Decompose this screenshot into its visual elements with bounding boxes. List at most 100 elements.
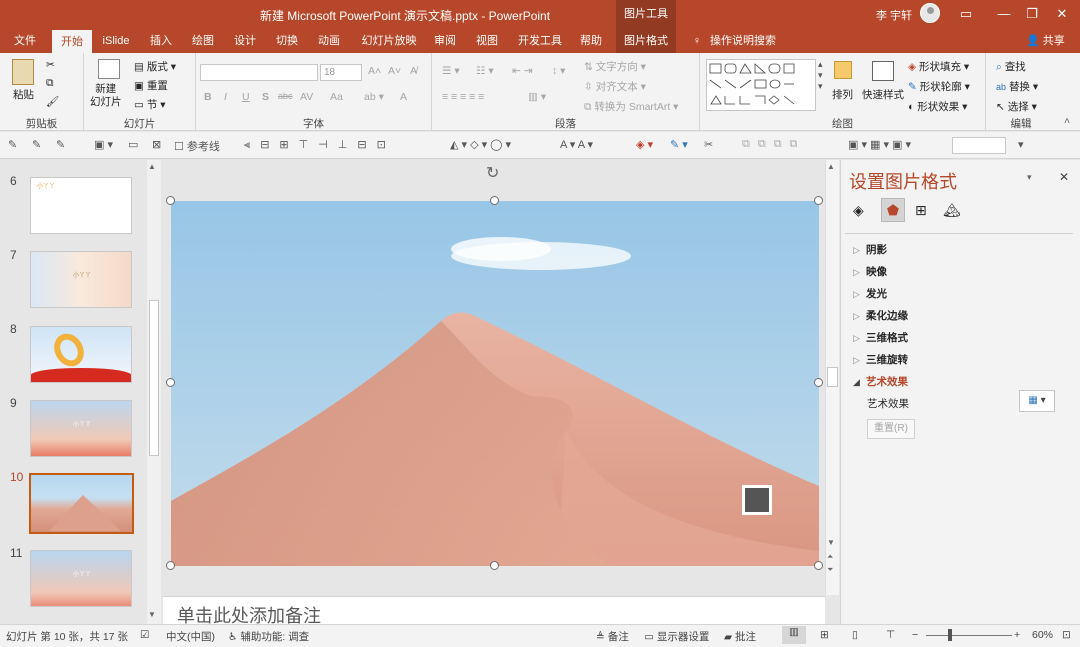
replace-button[interactable]: ab 替换 ▾ xyxy=(996,79,1038,94)
ribbon-display-icon[interactable]: ▭ xyxy=(948,0,984,30)
fill-line-icon[interactable]: ◈ xyxy=(853,202,864,219)
align-text-button[interactable]: ⇳ 对齐文本 ▾ xyxy=(584,79,646,94)
zoom-level[interactable]: 60% xyxy=(1032,629,1053,641)
tab-design[interactable]: 设计 xyxy=(228,30,262,53)
format-painter-icon[interactable]: 🖌 xyxy=(46,95,59,108)
cut-icon[interactable]: ✂ xyxy=(46,59,55,71)
eyedropper-icon[interactable]: ✎ xyxy=(8,138,17,151)
shape-fill-button[interactable]: ◈ 形状填充 ▾ xyxy=(908,59,969,74)
notes-toggle[interactable]: ≜ 备注 xyxy=(596,629,629,644)
tab-animations[interactable]: 动画 xyxy=(312,30,346,53)
grow-font-icon[interactable]: A˄ xyxy=(368,65,381,77)
find-button[interactable]: ⌕ 查找 xyxy=(996,59,1026,74)
slide-thumbnail-10[interactable] xyxy=(29,473,134,534)
more-icon[interactable]: ▾ xyxy=(1018,138,1024,151)
section-glow[interactable]: ▷ 发光 xyxy=(853,286,887,301)
language-status[interactable]: 中文(中国) xyxy=(166,629,215,644)
bold-button[interactable]: B xyxy=(204,91,212,103)
tab-slideshow[interactable]: 幻灯片放映 xyxy=(356,30,422,53)
shapes-scroll-icon[interactable]: ▴ ▾ ▾ xyxy=(818,59,823,92)
slide-image[interactable] xyxy=(171,201,819,566)
tab-islide[interactable]: iSlide xyxy=(98,30,134,53)
slideshow-icon[interactable]: ⊤ xyxy=(886,629,895,641)
indent-icon[interactable]: ⇤ ⇥ xyxy=(512,65,533,77)
section-artistic-effects[interactable]: ◢ 艺术效果 xyxy=(853,374,908,389)
tab-help[interactable]: 帮助 xyxy=(574,30,608,53)
resize-handle-top-left[interactable] xyxy=(166,196,175,205)
align-icons[interactable]: ≡ ≡ ≡ ≡ ≡ xyxy=(442,91,484,103)
paste-button[interactable]: 粘贴 xyxy=(13,87,34,102)
tab-draw[interactable]: 绘图 xyxy=(186,30,220,53)
shapes-gallery[interactable] xyxy=(706,59,816,111)
new-slide-icon[interactable] xyxy=(98,59,120,79)
text-tools-icon[interactable]: A ▾ A ▾ xyxy=(560,138,593,151)
quick-styles-icon[interactable] xyxy=(872,61,894,81)
comments-toggle[interactable]: ▰ 批注 xyxy=(724,629,756,644)
size-combo[interactable] xyxy=(952,137,1006,154)
avatar[interactable] xyxy=(920,3,940,23)
tab-view[interactable]: 视图 xyxy=(470,30,504,53)
line-color-icon[interactable]: ✎ ▾ xyxy=(670,138,688,151)
delete-icon[interactable]: ⊠ xyxy=(152,138,161,151)
text-direction-button[interactable]: ⇅ 文字方向 ▾ xyxy=(584,59,646,74)
zoom-slider-thumb[interactable] xyxy=(948,629,952,641)
tab-picture-format[interactable]: 图片格式 xyxy=(616,30,676,53)
section-button[interactable]: ▭ 节 ▾ xyxy=(134,97,166,112)
font-color-button[interactable]: A xyxy=(400,91,407,103)
new-slide-button[interactable]: 新建 幻灯片 xyxy=(90,83,122,109)
reset-effects-button[interactable]: 重置(R) xyxy=(867,419,915,439)
eyedropper2-icon[interactable]: ✎ xyxy=(32,138,41,151)
fit-slide-icon[interactable]: ⊡ xyxy=(1062,629,1071,641)
arrange-button[interactable]: 排列 xyxy=(832,87,853,102)
layer-icons[interactable]: ⧉⧉⧉⧉ xyxy=(742,138,805,151)
artistic-effects-dropdown[interactable]: ▦ ▾ xyxy=(1019,390,1055,412)
scroll-up-icon[interactable]: ▲ xyxy=(148,162,156,171)
pane-options-icon[interactable]: ▾ xyxy=(1027,172,1032,183)
fill-color-icon[interactable]: ◈ ▾ xyxy=(636,138,653,151)
crop-icon[interactable]: ▣ ▾ ▦ ▾ ▣ ▾ xyxy=(848,138,911,151)
prev-slide-icon[interactable]: ⏶ xyxy=(827,552,833,562)
paste-icon[interactable] xyxy=(12,59,34,85)
bullets-icon[interactable]: ☰ ▾ xyxy=(442,65,460,77)
smartart-button[interactable]: ⧉ 转换为 SmartArt ▾ xyxy=(584,99,678,114)
eyedropper3-icon[interactable]: ✎ xyxy=(56,138,65,151)
clear-format-icon[interactable]: A̸ xyxy=(410,65,417,77)
highlight-icon[interactable]: ab ▾ xyxy=(364,91,384,103)
slide-thumbnail-8[interactable] xyxy=(30,326,132,383)
zoom-slider[interactable] xyxy=(926,635,1012,636)
reading-view-icon[interactable]: ▯ xyxy=(852,629,858,641)
tab-transitions[interactable]: 切换 xyxy=(270,30,304,53)
collapse-ribbon-icon[interactable]: ˄ xyxy=(1064,115,1070,127)
scroll-thumb[interactable] xyxy=(827,367,838,387)
rotate-handle-icon[interactable]: ↻ xyxy=(486,163,499,183)
picture-icon[interactable]: 🏔 xyxy=(943,202,961,219)
tab-insert[interactable]: 插入 xyxy=(144,30,178,53)
resize-handle-top[interactable] xyxy=(490,196,499,205)
scroll-thumb[interactable] xyxy=(149,300,159,456)
user-name[interactable]: 李 宇轩 xyxy=(876,7,912,23)
font-name-combo[interactable] xyxy=(200,64,318,81)
tell-me-search[interactable]: 操作说明搜索 xyxy=(708,30,778,53)
canvas-scrollbar[interactable]: ▲ ▼ ⏶ ⏷ xyxy=(825,160,839,595)
shadow-button[interactable]: S xyxy=(262,91,269,103)
char-spacing-button[interactable]: AV xyxy=(300,91,313,103)
numbering-icon[interactable]: ☷ ▾ xyxy=(476,65,494,77)
zoom-out-icon[interactable]: − xyxy=(912,629,918,641)
scroll-down-icon[interactable]: ▼ xyxy=(148,610,156,619)
slide-thumbnail-11[interactable]: 小丫丫 xyxy=(30,550,132,607)
resize-handle-top-right[interactable] xyxy=(814,196,823,205)
shape-outline-button[interactable]: ✎ 形状轮廓 ▾ xyxy=(908,79,970,94)
spell-check-icon[interactable]: ☑ xyxy=(140,629,149,641)
resize-handle-bottom[interactable] xyxy=(490,561,499,570)
thumbnail-scrollbar[interactable]: ▲ ▼ xyxy=(147,160,161,624)
slide-thumbnail-7[interactable]: 小丫丫 xyxy=(30,251,132,308)
columns-icon[interactable]: ▥ ▾ xyxy=(528,91,546,103)
share-button[interactable]: 👤 共享 xyxy=(1026,30,1065,53)
layout-button[interactable]: ▤ 版式 ▾ xyxy=(134,59,176,74)
notes-pane[interactable]: 单击此处添加备注 xyxy=(163,596,825,626)
strikethrough-button[interactable]: abc xyxy=(278,91,293,101)
underline-button[interactable]: U xyxy=(242,91,250,103)
font-size-combo[interactable]: 18 xyxy=(320,64,362,81)
scroll-down-icon[interactable]: ▼ xyxy=(827,538,835,547)
format-painter2-icon[interactable]: ✂ xyxy=(704,138,713,151)
